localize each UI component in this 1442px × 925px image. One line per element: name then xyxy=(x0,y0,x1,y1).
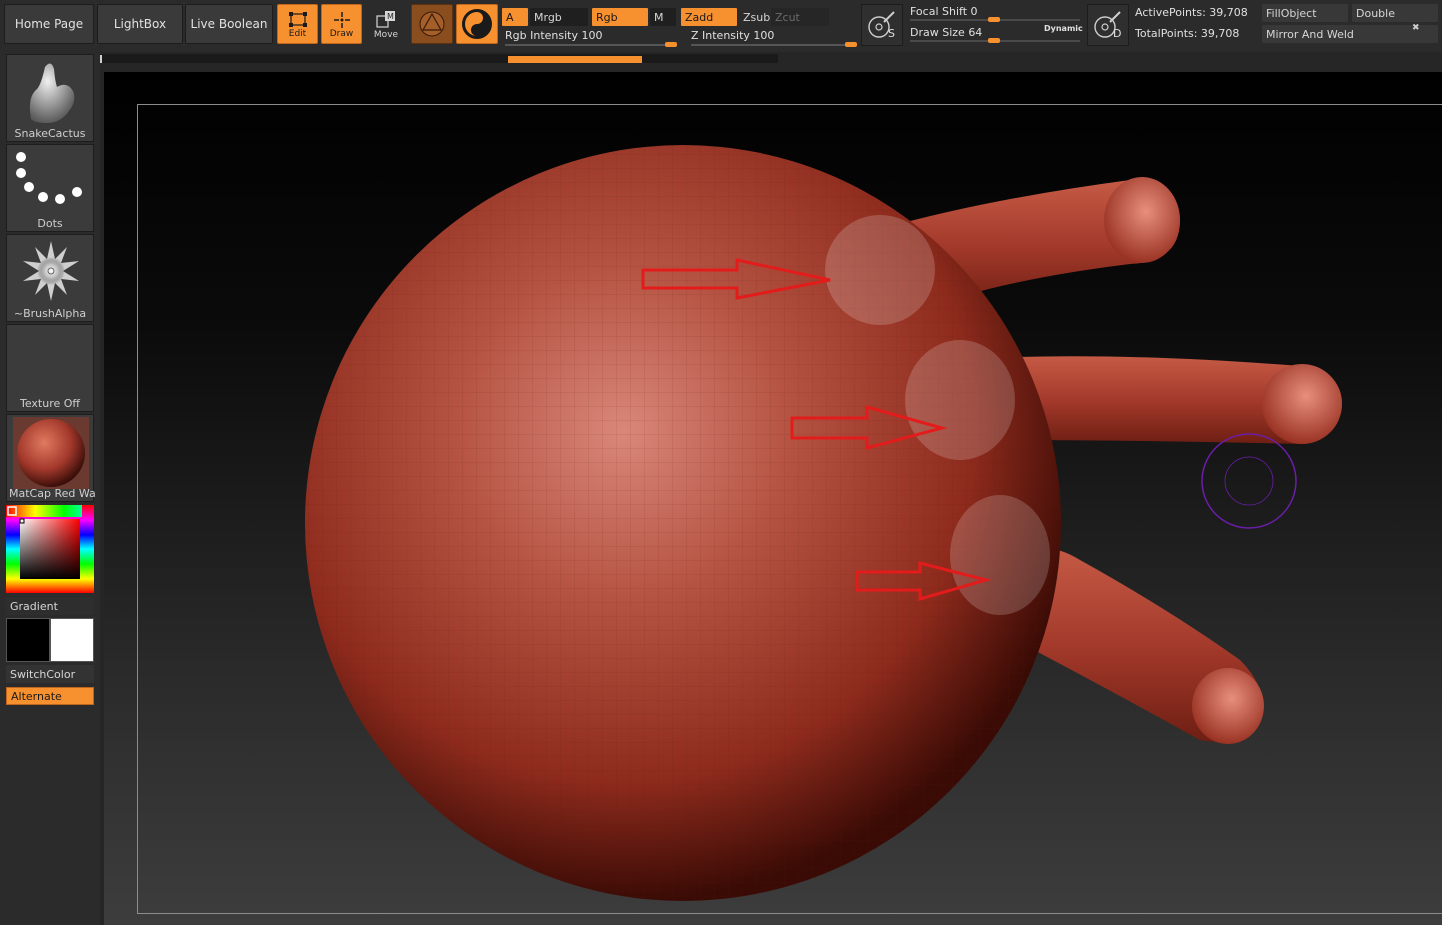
sculpt-sphere[interactable] xyxy=(305,145,1061,901)
brush-cursor xyxy=(1201,433,1297,529)
sculpt-viewport[interactable] xyxy=(0,0,1442,925)
